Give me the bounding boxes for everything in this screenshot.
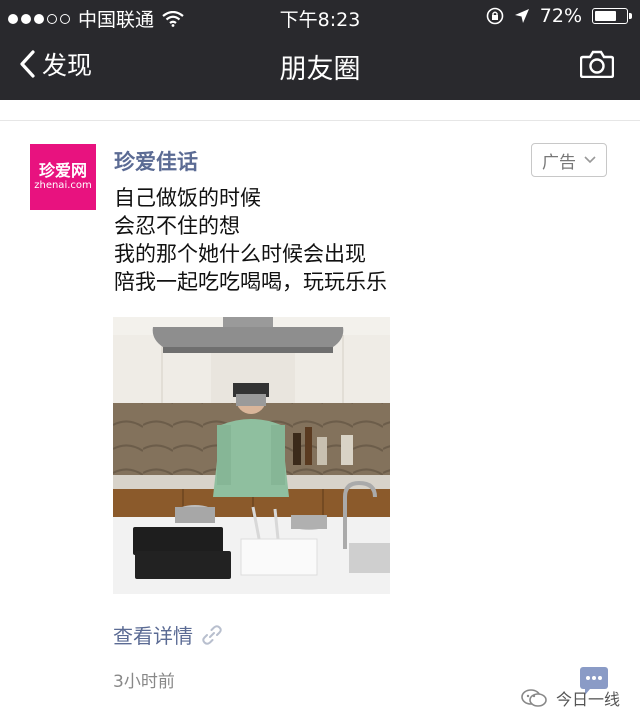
watermark-text: 今日一线: [556, 690, 621, 709]
link-icon: [202, 624, 222, 645]
chevron-down-icon: [584, 156, 596, 164]
wechat-official-icon: [521, 689, 547, 707]
post-line: 自己做饭的时候: [114, 186, 261, 210]
orientation-lock-icon: [486, 7, 504, 25]
camera-icon: [579, 50, 615, 79]
post-line: 陪我一起吃吃喝喝，玩玩乐乐: [114, 270, 387, 294]
battery-icon: [592, 8, 632, 24]
post-timestamp: 3小时前: [113, 672, 175, 692]
post-photo[interactable]: [113, 317, 390, 594]
camera-button[interactable]: [579, 50, 615, 82]
kitchen-photo-image: [113, 317, 390, 594]
location-arrow-icon: [514, 9, 529, 23]
page-title: 朋友圈: [279, 54, 361, 85]
feed-divider: [0, 120, 640, 121]
avatar[interactable]: 珍爱网 zhenai.com: [30, 144, 96, 210]
navigation-bar: 发现 朋友圈: [0, 34, 640, 100]
ad-label: 广告: [542, 152, 576, 173]
avatar-domain: zhenai.com: [34, 180, 92, 191]
top-bar: 中国联通 下午8:23 72% 发现 朋友圈: [0, 0, 640, 100]
post-line: 我的那个她什么时候会出现: [114, 242, 366, 266]
status-right: 72%: [486, 5, 632, 27]
post-text: 自己做饭的时候 会忍不住的想 我的那个她什么时候会出现 陪我一起吃吃喝喝，玩玩乐…: [114, 184, 387, 296]
post-line: 会忍不住的想: [114, 214, 240, 238]
comment-dot: [586, 676, 590, 680]
view-details-link[interactable]: 查看详情: [113, 620, 223, 649]
status-bar: 中国联通 下午8:23 72%: [0, 0, 640, 34]
comment-dot: [592, 676, 596, 680]
ad-tag-button[interactable]: 广告: [531, 143, 607, 177]
battery-percent: 72%: [539, 5, 582, 27]
watermark: 今日一线: [520, 686, 620, 710]
battery-fill: [595, 11, 616, 21]
comment-dot: [598, 676, 602, 680]
view-details-label: 查看详情: [113, 624, 193, 648]
avatar-brand: 珍爱网: [38, 161, 87, 180]
author-name[interactable]: 珍爱佳话: [114, 146, 198, 176]
